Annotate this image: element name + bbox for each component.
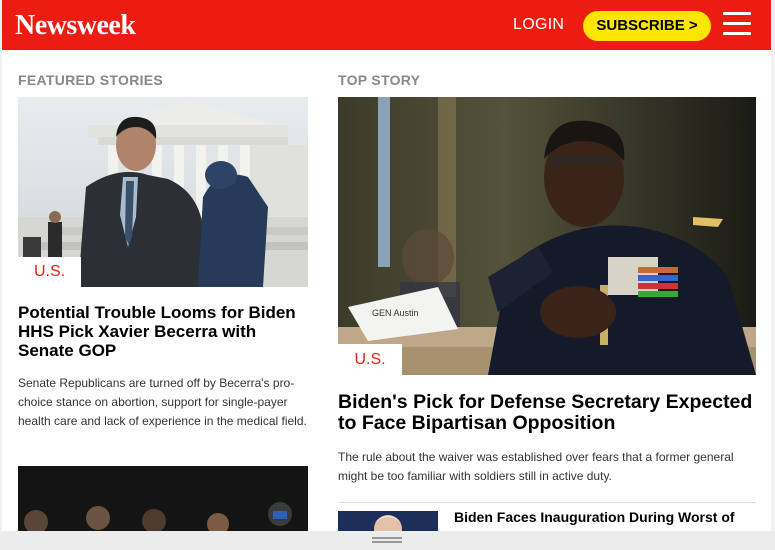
secondary-story-thumbnail[interactable] — [338, 511, 438, 531]
top-story-image[interactable]: GEN Austin U.S. — [338, 97, 756, 375]
category-badge[interactable]: U.S. — [338, 344, 402, 375]
page-frame: Newsweek LOGIN SUBSCRIBE > FEATURED STOR… — [2, 0, 771, 531]
drag-handle-icon[interactable] — [372, 537, 402, 543]
featured-story-image[interactable]: U.S. — [18, 97, 308, 287]
top-story-label: TOP STORY — [338, 72, 421, 88]
login-link[interactable]: LOGIN — [513, 16, 564, 34]
top-story-headline[interactable]: Biden's Pick for Defense Secretary Expec… — [338, 392, 758, 434]
secondary-story-headline[interactable]: Biden Faces Inauguration During Worst of — [454, 509, 764, 525]
hamburger-menu-icon[interactable] — [723, 12, 751, 36]
featured-story-2-image[interactable] — [18, 466, 308, 531]
featured-story-summary: Senate Republicans are turned off by Bec… — [18, 376, 307, 428]
svg-text:GEN Austin: GEN Austin — [372, 308, 419, 318]
featured-story-headline[interactable]: Potential Trouble Looms for Biden HHS Pi… — [18, 303, 308, 360]
story-divider — [338, 502, 756, 503]
featured-stories-label: FEATURED STORIES — [18, 72, 164, 88]
newsweek-logo[interactable]: Newsweek — [15, 10, 136, 42]
category-badge[interactable]: U.S. — [18, 257, 81, 287]
site-header: Newsweek LOGIN SUBSCRIBE > — [2, 0, 771, 50]
top-story-summary: The rule about the waiver was establishe… — [338, 450, 734, 483]
subscribe-button[interactable]: SUBSCRIBE > — [583, 11, 711, 41]
